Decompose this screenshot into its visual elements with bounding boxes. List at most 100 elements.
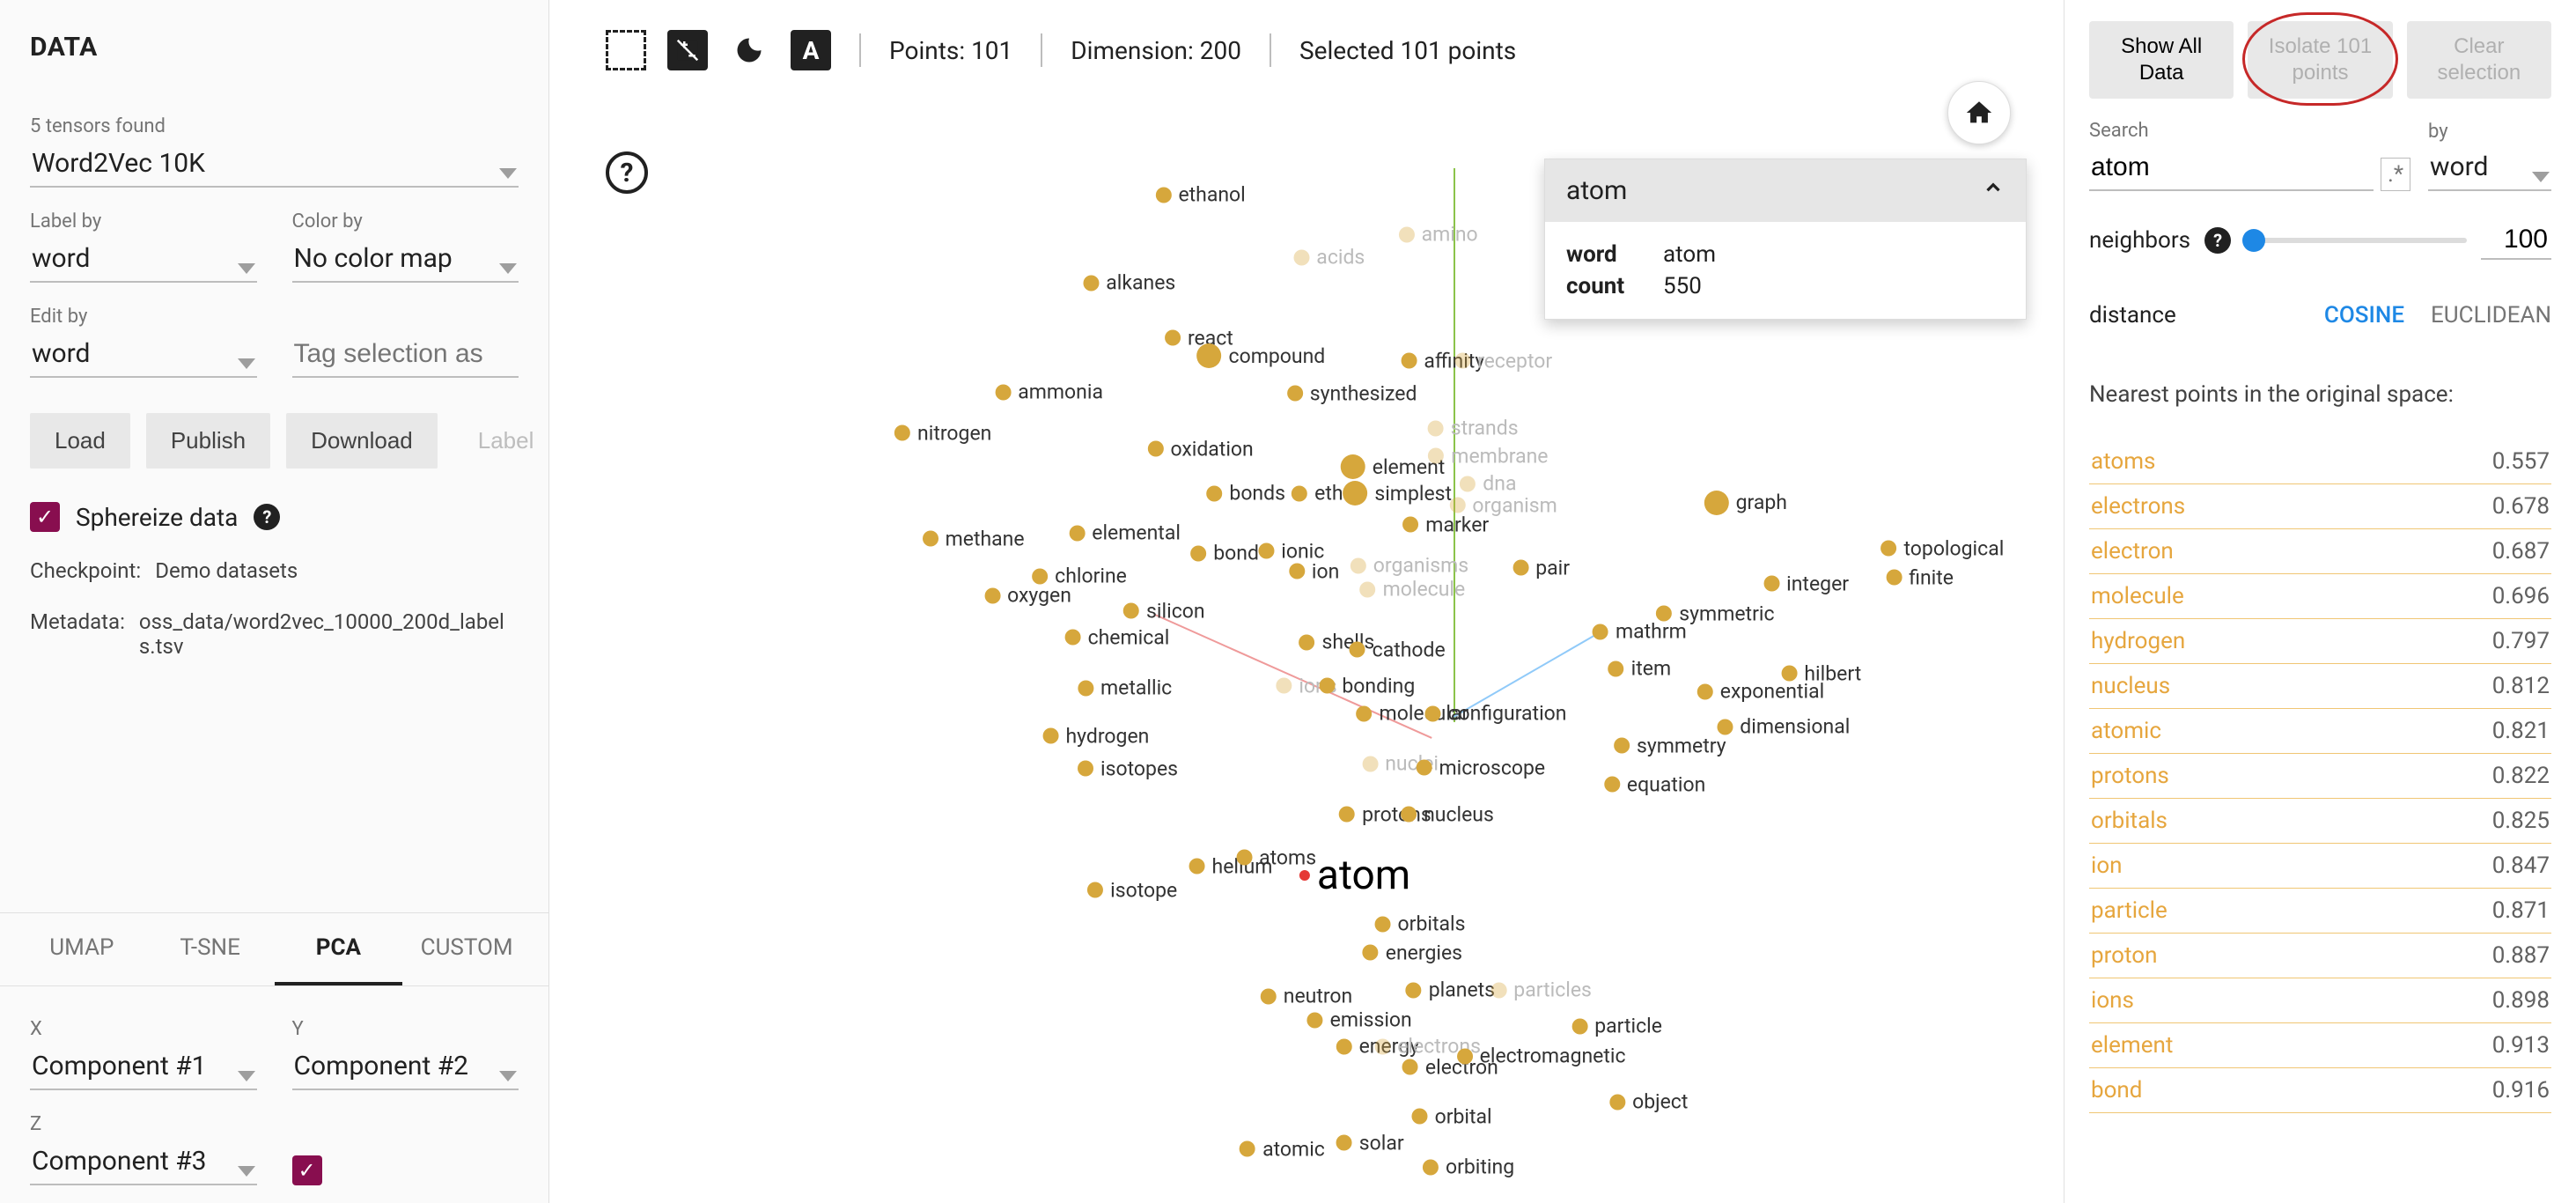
- help-icon[interactable]: ?: [2204, 227, 2231, 254]
- nearest-point-item[interactable]: ion0.847: [2089, 844, 2551, 889]
- search-input[interactable]: [2089, 145, 2374, 191]
- scatter-point[interactable]: topological: [1880, 536, 2004, 560]
- scatter-point[interactable]: oxygen: [984, 584, 1071, 608]
- scatter-point[interactable]: acids: [1293, 246, 1365, 269]
- scatter-point[interactable]: symmetry: [1614, 734, 1726, 757]
- nearest-point-item[interactable]: nucleus0.812: [2089, 664, 2551, 709]
- pca-x-select[interactable]: Component #1: [30, 1045, 257, 1090]
- nearest-point-item[interactable]: proton0.887: [2089, 934, 2551, 978]
- pca-z-checkbox[interactable]: ✓: [292, 1155, 322, 1185]
- scatter-point[interactable]: energies: [1363, 941, 1462, 964]
- scatter-point[interactable]: chemical: [1065, 625, 1170, 649]
- neighbors-slider[interactable]: [2245, 238, 2467, 243]
- publish-button[interactable]: Publish: [146, 413, 270, 469]
- regex-toggle[interactable]: .*: [2381, 158, 2410, 191]
- scatter-point[interactable]: mathrm: [1593, 620, 1687, 644]
- scatter-point[interactable]: ammonia: [995, 380, 1103, 404]
- scatter-point[interactable]: configuration: [1425, 702, 1567, 726]
- scatter-point[interactable]: integer: [1763, 572, 1849, 595]
- nearest-point-item[interactable]: orbitals0.825: [2089, 799, 2551, 844]
- nearest-point-item[interactable]: atoms0.557: [2089, 439, 2551, 484]
- scatter-point[interactable]: marker: [1402, 513, 1489, 536]
- scatter-point[interactable]: neutron: [1261, 985, 1353, 1008]
- pca-z-select[interactable]: Component #3: [30, 1140, 257, 1185]
- show-all-button[interactable]: Show All Data: [2089, 21, 2234, 99]
- tab-pca[interactable]: PCA: [275, 913, 403, 985]
- scatter-point[interactable]: elemental: [1069, 521, 1181, 545]
- scatter-point[interactable]: bonds: [1206, 482, 1285, 506]
- edit-by-select[interactable]: word: [30, 333, 257, 378]
- scatter-point[interactable]: orbiting: [1423, 1155, 1514, 1179]
- visualization-canvas[interactable]: A Points: 101 Dimension: 200 Selected 10…: [549, 0, 2064, 1203]
- scatter-point[interactable]: receptor: [1454, 349, 1552, 373]
- nearest-point-item[interactable]: hydrogen0.797: [2089, 619, 2551, 664]
- tab-tsne[interactable]: T-SNE: [146, 913, 275, 985]
- scatter-point[interactable]: oxidation: [1147, 437, 1253, 461]
- scatter-point[interactable]: item: [1608, 657, 1671, 681]
- scatter-point[interactable]: silicon: [1123, 599, 1205, 623]
- selection-panel-header[interactable]: atom: [1545, 159, 2026, 222]
- scatter-point[interactable]: particle: [1571, 1015, 1662, 1038]
- scatter-point[interactable]: methane: [923, 527, 1025, 550]
- nearest-point-item[interactable]: particle0.871: [2089, 889, 2551, 934]
- scatter-point[interactable]: amino: [1399, 223, 1478, 247]
- scatter-point[interactable]: simplest: [1343, 481, 1452, 506]
- focus-point[interactable]: atom: [1299, 852, 1410, 899]
- scatter-point[interactable]: isotope: [1087, 878, 1177, 902]
- scatter-point[interactable]: hydrogen: [1042, 724, 1149, 748]
- scatter-point[interactable]: orbital: [1412, 1104, 1492, 1128]
- scatter-point[interactable]: emission: [1307, 1008, 1412, 1032]
- scatter-point[interactable]: bond: [1190, 542, 1259, 565]
- scatter-point[interactable]: finite: [1886, 565, 1954, 589]
- nearest-point-item[interactable]: electron0.687: [2089, 529, 2551, 574]
- scatter-point[interactable]: cathode: [1350, 638, 1446, 661]
- scatter-point[interactable]: exponential: [1697, 680, 1824, 704]
- scatter-point[interactable]: molecule: [1360, 578, 1466, 602]
- scatter-point[interactable]: nitrogen: [894, 421, 991, 445]
- pca-y-select[interactable]: Component #2: [292, 1045, 519, 1090]
- scatter-point[interactable]: object: [1609, 1090, 1688, 1114]
- slider-thumb[interactable]: [2242, 229, 2265, 252]
- scatter-point[interactable]: dna: [1460, 472, 1516, 496]
- search-by-select[interactable]: word: [2428, 146, 2551, 191]
- scatter-point[interactable]: electromagnetic: [1457, 1044, 1626, 1068]
- nearest-point-item[interactable]: bond0.916: [2089, 1068, 2551, 1113]
- nearest-point-item[interactable]: molecule0.696: [2089, 574, 2551, 619]
- tag-selection-input[interactable]: [292, 332, 519, 378]
- nearest-point-item[interactable]: electrons0.678: [2089, 484, 2551, 529]
- color-by-select[interactable]: No color map: [292, 238, 519, 283]
- scatter-point[interactable]: metallic: [1078, 676, 1172, 700]
- sphereize-checkbox[interactable]: ✓: [30, 502, 60, 532]
- scatter-point[interactable]: synthesized: [1287, 381, 1417, 405]
- scatter-point[interactable]: atomic: [1240, 1137, 1325, 1161]
- scatter-point[interactable]: alkanes: [1083, 271, 1175, 295]
- scatter-point[interactable]: pair: [1512, 556, 1570, 579]
- scatter-point[interactable]: organisms: [1351, 554, 1468, 578]
- scatter-point[interactable]: nucleus: [1401, 802, 1494, 826]
- nearest-point-item[interactable]: element0.913: [2089, 1023, 2551, 1068]
- nearest-point-item[interactable]: atomic0.821: [2089, 709, 2551, 754]
- scatter-point[interactable]: strands: [1428, 417, 1519, 440]
- load-button[interactable]: Load: [30, 413, 130, 469]
- label-by-select[interactable]: word: [30, 238, 257, 283]
- nearest-point-item[interactable]: protons0.822: [2089, 754, 2551, 799]
- distance-cosine[interactable]: COSINE: [2324, 302, 2404, 328]
- scatter-point[interactable]: microscope: [1416, 756, 1545, 779]
- download-button[interactable]: Download: [286, 413, 438, 469]
- scatter-point[interactable]: isotopes: [1078, 756, 1178, 780]
- scatter-point[interactable]: solar: [1336, 1131, 1404, 1155]
- nearest-point-item[interactable]: ions0.898: [2089, 978, 2551, 1023]
- scatter-point[interactable]: planets: [1406, 978, 1495, 1002]
- distance-euclidean[interactable]: EUCLIDEAN: [2431, 302, 2551, 328]
- neighbors-input[interactable]: [2481, 221, 2551, 260]
- tab-custom[interactable]: CUSTOM: [402, 913, 531, 985]
- scatter-point[interactable]: compound: [1197, 343, 1326, 368]
- scatter-point[interactable]: dimensional: [1717, 715, 1850, 739]
- scatter-point[interactable]: orbitals: [1375, 912, 1466, 936]
- scatter-point[interactable]: ethanol: [1155, 183, 1245, 207]
- scatter-point[interactable]: graph: [1704, 491, 1787, 515]
- scatter-point[interactable]: bonding: [1319, 674, 1415, 697]
- scatter-point[interactable]: particles: [1490, 978, 1592, 1002]
- scatter-point[interactable]: equation: [1604, 772, 1705, 796]
- tab-umap[interactable]: UMAP: [18, 913, 146, 985]
